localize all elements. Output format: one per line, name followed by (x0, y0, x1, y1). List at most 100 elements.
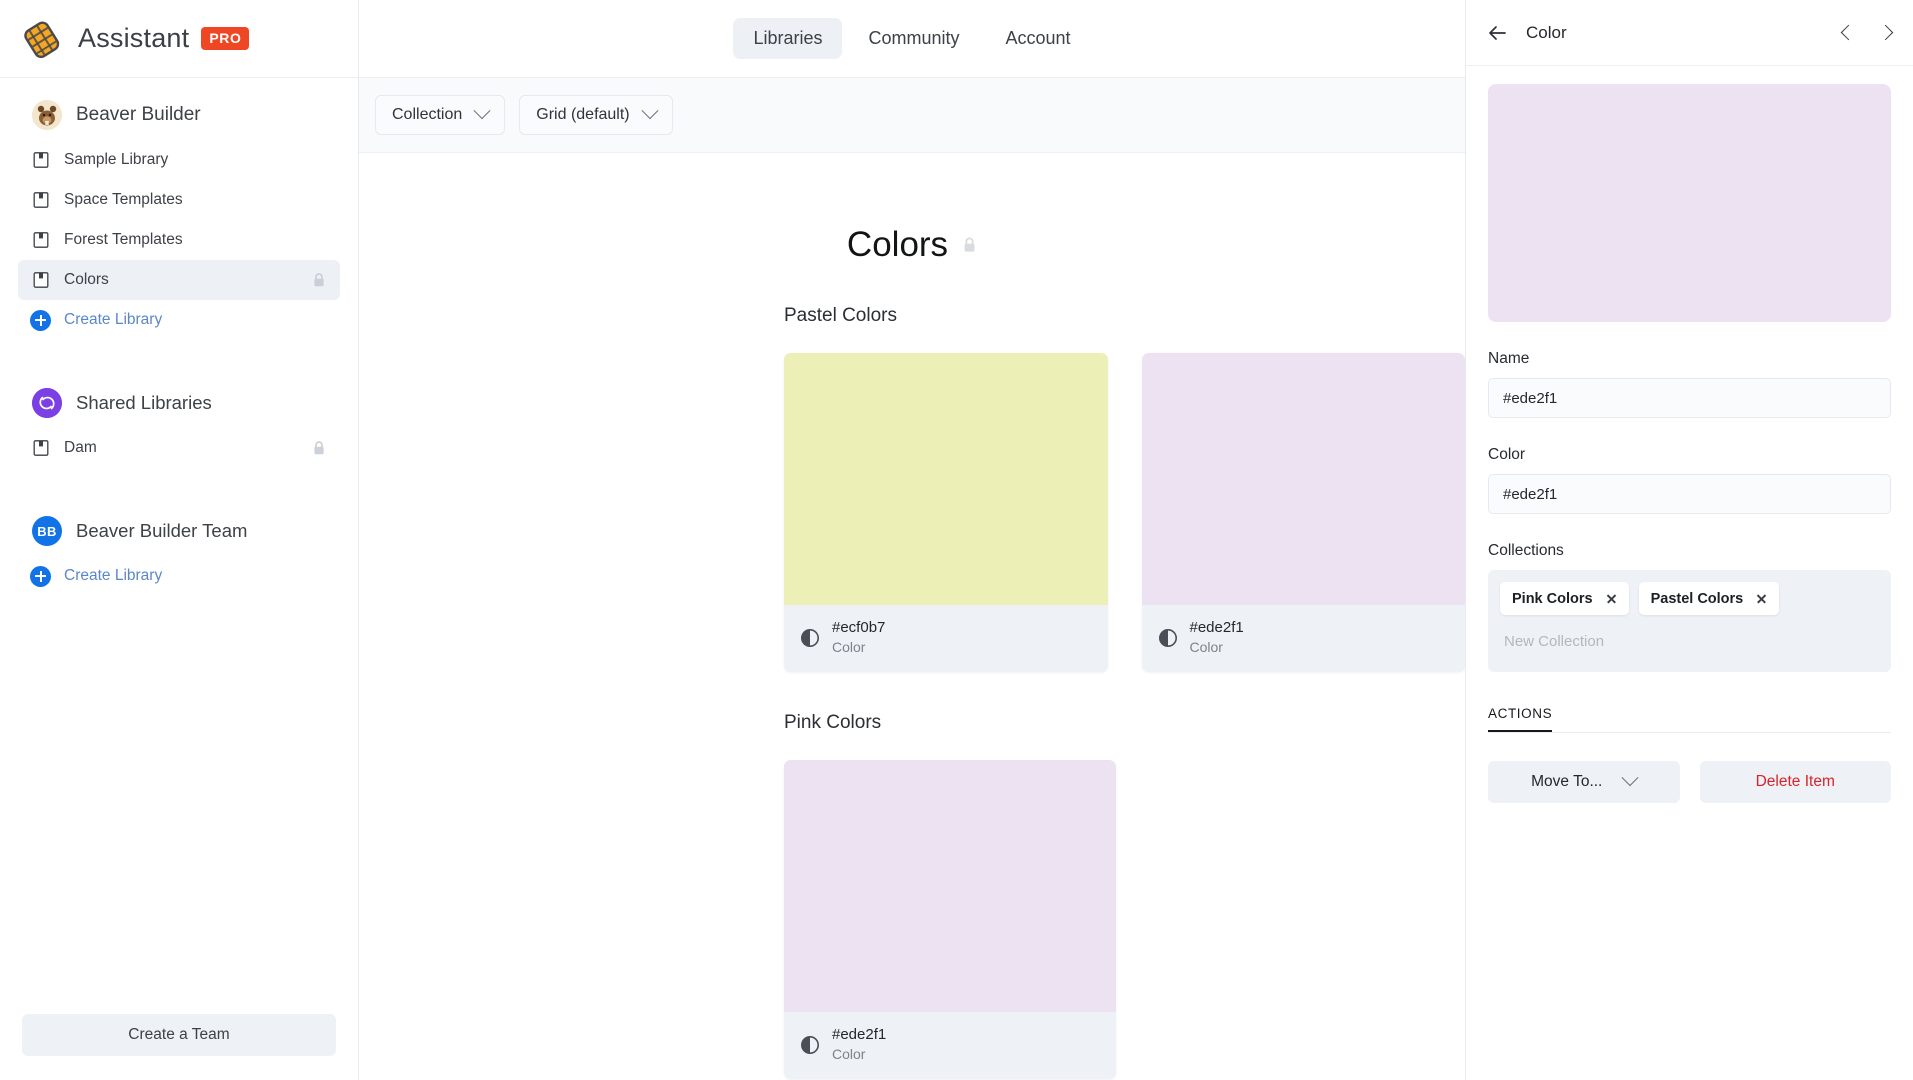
sidebar-item-label: Dam (64, 439, 97, 457)
create-library-label: Create Library (64, 567, 162, 585)
collection-chip-label: Pastel Colors (1651, 591, 1744, 607)
color-field-label: Color (1488, 446, 1891, 464)
tab-community[interactable]: Community (848, 18, 979, 59)
book-icon (32, 191, 50, 209)
page-title-row: Colors (359, 153, 1465, 265)
sidebar-divider-gap-2 (18, 468, 340, 494)
create-library-label: Create Library (64, 311, 162, 329)
card-meta: #ede2f1 Color (784, 1012, 1116, 1079)
team-create-library-button[interactable]: Create Library (18, 556, 340, 596)
name-field[interactable] (1488, 378, 1891, 418)
book-icon (32, 151, 50, 169)
new-collection-input[interactable] (1500, 625, 1879, 658)
view-mode-label: Grid (default) (536, 106, 629, 124)
sidebar-item-label: Space Templates (64, 191, 183, 209)
section-title: Pastel Colors (784, 305, 1465, 327)
team-title: Beaver Builder Team (76, 520, 247, 542)
create-library-button[interactable]: Create Library (18, 300, 340, 340)
collection-chip[interactable]: Pastel Colors (1639, 582, 1780, 615)
sidebar-item-label: Colors (64, 271, 109, 289)
content-toolbar: Collection Grid (default) (359, 78, 1465, 153)
book-icon (32, 271, 50, 289)
sidebar-item-space-templates[interactable]: Space Templates (18, 180, 340, 220)
detail-panel: Color Name Color Collections Pink Colors… (1465, 0, 1913, 1080)
sidebar-item-sample-library[interactable]: Sample Library (18, 140, 340, 180)
name-field-label: Name (1488, 350, 1891, 368)
actions-tab-bar: ACTIONS (1488, 706, 1891, 733)
detail-panel-title: Color (1526, 23, 1567, 43)
color-card[interactable]: #ecf0b7 Color (784, 353, 1108, 672)
detail-panel-header: Color (1466, 0, 1913, 66)
card-grid: #ede2f1 Color (784, 760, 1465, 1079)
collections-box: Pink Colors Pastel Colors (1488, 570, 1891, 672)
beaver-avatar-icon (32, 100, 62, 130)
create-a-team-button[interactable]: Create a Team (22, 1014, 336, 1056)
section-pastel-colors: Pastel Colors #ecf0b (359, 305, 1465, 672)
collection-chip[interactable]: Pink Colors (1500, 582, 1629, 615)
plus-icon (30, 310, 51, 331)
beaver-tail-logo-icon (22, 18, 64, 60)
move-to-label: Move To... (1531, 773, 1602, 791)
card-grid: #ecf0b7 Color (784, 353, 1465, 672)
chevron-down-icon (641, 102, 658, 119)
card-title: #ede2f1 (832, 1025, 886, 1045)
collection-filter-label: Collection (392, 106, 462, 124)
card-text: #ede2f1 Color (1190, 618, 1244, 657)
chevron-down-icon (474, 102, 491, 119)
brand-bar: Assistant PRO (0, 0, 358, 78)
color-card[interactable]: #ede2f1 Color (1142, 353, 1466, 672)
card-text: #ecf0b7 Color (832, 618, 885, 657)
shared-libraries-header[interactable]: Shared Libraries (18, 366, 340, 428)
lock-icon (312, 272, 326, 288)
color-swatch (1142, 353, 1466, 605)
sidebar-divider-gap (18, 340, 340, 366)
sidebar-account-name: Beaver Builder (76, 104, 201, 126)
sidebar-item-label: Sample Library (64, 151, 168, 169)
book-icon (32, 231, 50, 249)
action-buttons: Move To... Delete Item (1488, 761, 1891, 803)
color-preview-swatch (1488, 84, 1891, 322)
card-text: #ede2f1 Color (832, 1025, 886, 1064)
tab-actions[interactable]: ACTIONS (1488, 706, 1552, 732)
color-swatch (784, 760, 1116, 1012)
team-header[interactable]: BB Beaver Builder Team (18, 494, 340, 556)
card-title: #ecf0b7 (832, 618, 885, 638)
color-field[interactable] (1488, 474, 1891, 514)
card-subtitle: Color (1190, 638, 1244, 657)
close-icon[interactable] (1606, 593, 1617, 604)
tab-account[interactable]: Account (986, 18, 1091, 59)
chevron-down-icon (1622, 769, 1639, 786)
brand-name: Assistant (78, 23, 189, 54)
view-mode-dropdown[interactable]: Grid (default) (519, 95, 672, 135)
contrast-icon (800, 1035, 820, 1055)
arrow-left-icon[interactable] (1486, 22, 1508, 44)
page-title: Colors (847, 225, 948, 265)
tab-libraries[interactable]: Libraries (733, 18, 842, 59)
shared-libraries-title: Shared Libraries (76, 392, 212, 414)
shared-libraries-icon (32, 388, 62, 418)
detail-panel-nav (1843, 27, 1891, 38)
lock-icon (312, 440, 326, 456)
contrast-icon (800, 628, 820, 648)
chevron-left-icon[interactable] (1841, 25, 1857, 41)
top-navigation: Libraries Community Account (359, 0, 1465, 78)
sidebar-account-row[interactable]: Beaver Builder (18, 78, 340, 140)
section-pink-colors: Pink Colors #ede2f1 (359, 712, 1465, 1079)
chevron-right-icon[interactable] (1878, 25, 1894, 41)
sidebar-item-label: Forest Templates (64, 231, 183, 249)
sidebar-item-colors[interactable]: Colors (18, 260, 340, 300)
center-column: Libraries Community Account Collection G… (358, 0, 1465, 1080)
card-meta: #ecf0b7 Color (784, 605, 1108, 672)
sidebar-item-dam[interactable]: Dam (18, 428, 340, 468)
section-title: Pink Colors (784, 712, 1465, 734)
move-to-button[interactable]: Move To... (1488, 761, 1680, 803)
sidebar-item-forest-templates[interactable]: Forest Templates (18, 220, 340, 260)
color-card[interactable]: #ede2f1 Color (784, 760, 1116, 1079)
collections-label: Collections (1488, 542, 1891, 560)
plus-icon (30, 566, 51, 587)
delete-item-button[interactable]: Delete Item (1700, 761, 1892, 803)
close-icon[interactable] (1756, 593, 1767, 604)
color-swatch (784, 353, 1108, 605)
app-root: Assistant PRO (0, 0, 1913, 1080)
collection-filter-dropdown[interactable]: Collection (375, 95, 505, 135)
